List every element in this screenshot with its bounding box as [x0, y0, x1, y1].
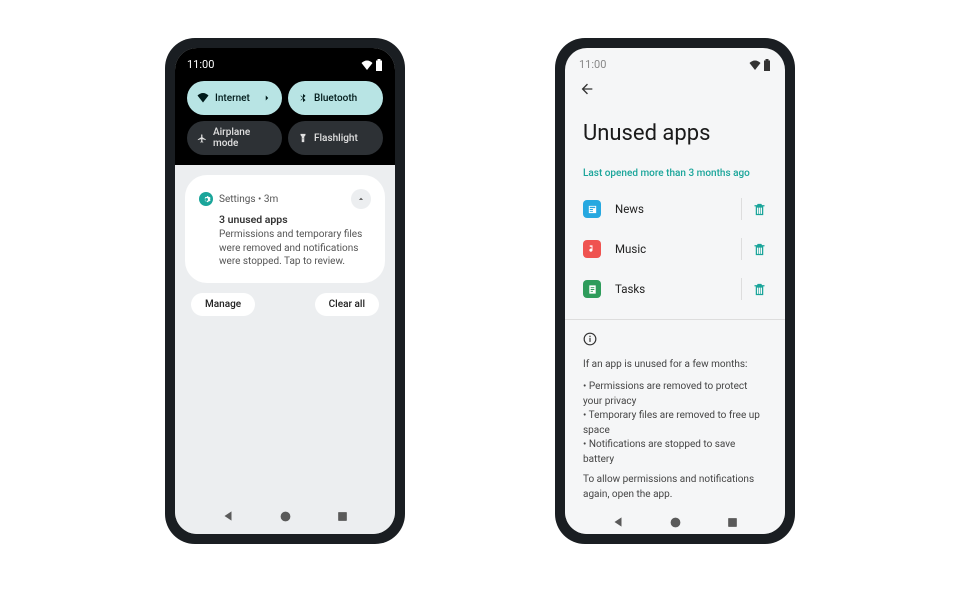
- info-icon: [565, 332, 785, 354]
- battery-icon: [763, 59, 771, 71]
- qs-tile-label: Internet: [215, 93, 250, 104]
- quick-settings-grid: Internet Bluetooth Airplane mode Flashli…: [187, 81, 383, 155]
- flashlight-icon: [298, 132, 308, 144]
- delete-icon[interactable]: [752, 242, 767, 257]
- qs-tile-label: Airplane mode: [213, 127, 272, 149]
- empty-area: [175, 326, 395, 499]
- divider: [565, 319, 785, 320]
- clock: 11:00: [579, 58, 606, 71]
- chevron-up-icon: [356, 194, 366, 204]
- navigation-bar: [175, 498, 395, 534]
- recents-icon[interactable]: [726, 516, 739, 529]
- app-name: Music: [615, 242, 731, 256]
- wifi-icon: [197, 92, 209, 104]
- qs-tile-label: Bluetooth: [314, 93, 357, 104]
- app-name: News: [615, 202, 731, 216]
- phone-mockup-unused-apps: 11:00 Unused apps Last opened more than …: [555, 38, 795, 544]
- section-label: Last opened more than 3 months ago: [565, 168, 785, 189]
- recents-icon[interactable]: [336, 510, 349, 523]
- home-icon[interactable]: [669, 516, 682, 529]
- separator: [741, 198, 742, 220]
- info-footer: To allow permissions and notifications a…: [583, 473, 767, 502]
- home-icon[interactable]: [279, 510, 292, 523]
- notification-body: Permissions and temporary files were rem…: [219, 228, 371, 269]
- notification-source: Settings • 3m: [219, 194, 278, 205]
- clock: 11:00: [187, 58, 214, 71]
- clear-all-button[interactable]: Clear all: [315, 293, 379, 316]
- info-heading: If an app is unused for a few months:: [583, 358, 767, 373]
- navigation-bar: [565, 510, 785, 534]
- info-bullet: Permissions are removed to protect your …: [583, 380, 767, 409]
- battery-icon: [375, 59, 383, 71]
- tasks-app-icon: [583, 280, 601, 298]
- music-app-icon: [583, 240, 601, 258]
- info-bullet: Notifications are stopped to save batter…: [583, 438, 767, 467]
- separator: [741, 238, 742, 260]
- toolbar: [565, 75, 785, 103]
- app-row-tasks[interactable]: Tasks: [565, 269, 785, 309]
- info-bullet: Temporary files are removed to free up s…: [583, 409, 767, 438]
- qs-flashlight-tile[interactable]: Flashlight: [288, 121, 383, 155]
- qs-tile-label: Flashlight: [314, 133, 358, 144]
- manage-button[interactable]: Manage: [191, 293, 255, 316]
- phone-mockup-notification-shade: 11:00 Internet Bluetooth Ai: [165, 38, 405, 544]
- back-icon[interactable]: [221, 509, 235, 523]
- qs-internet-tile[interactable]: Internet: [187, 81, 282, 115]
- app-row-news[interactable]: News: [565, 189, 785, 229]
- status-icons: [749, 59, 771, 71]
- bluetooth-icon: [298, 92, 308, 104]
- notification-card[interactable]: Settings • 3m 3 unused apps Permissions …: [185, 175, 385, 283]
- qs-airplane-tile[interactable]: Airplane mode: [187, 121, 282, 155]
- wifi-icon: [361, 60, 373, 70]
- app-row-music[interactable]: Music: [565, 229, 785, 269]
- separator: [741, 278, 742, 300]
- notification-title: 3 unused apps: [219, 213, 371, 226]
- collapse-button[interactable]: [351, 189, 371, 209]
- back-arrow-icon[interactable]: [579, 81, 595, 97]
- news-app-icon: [583, 200, 601, 218]
- info-text: If an app is unused for a few months: Pe…: [565, 354, 785, 511]
- back-icon[interactable]: [611, 515, 625, 529]
- wifi-icon: [749, 60, 761, 70]
- delete-icon[interactable]: [752, 202, 767, 217]
- page-title: Unused apps: [565, 103, 785, 168]
- settings-icon: [199, 192, 213, 206]
- chevron-right-icon: [262, 93, 272, 103]
- screen: 11:00 Unused apps Last opened more than …: [565, 48, 785, 534]
- screen: 11:00 Internet Bluetooth Ai: [175, 48, 395, 534]
- notification-area: Settings • 3m 3 unused apps Permissions …: [175, 165, 395, 326]
- status-bar: 11:00: [187, 58, 383, 71]
- status-bar: 11:00: [565, 48, 785, 75]
- notification-shade-header: 11:00 Internet Bluetooth Ai: [175, 48, 395, 165]
- airplane-icon: [197, 133, 207, 144]
- delete-icon[interactable]: [752, 282, 767, 297]
- app-name: Tasks: [615, 282, 731, 296]
- qs-bluetooth-tile[interactable]: Bluetooth: [288, 81, 383, 115]
- status-icons: [361, 59, 383, 71]
